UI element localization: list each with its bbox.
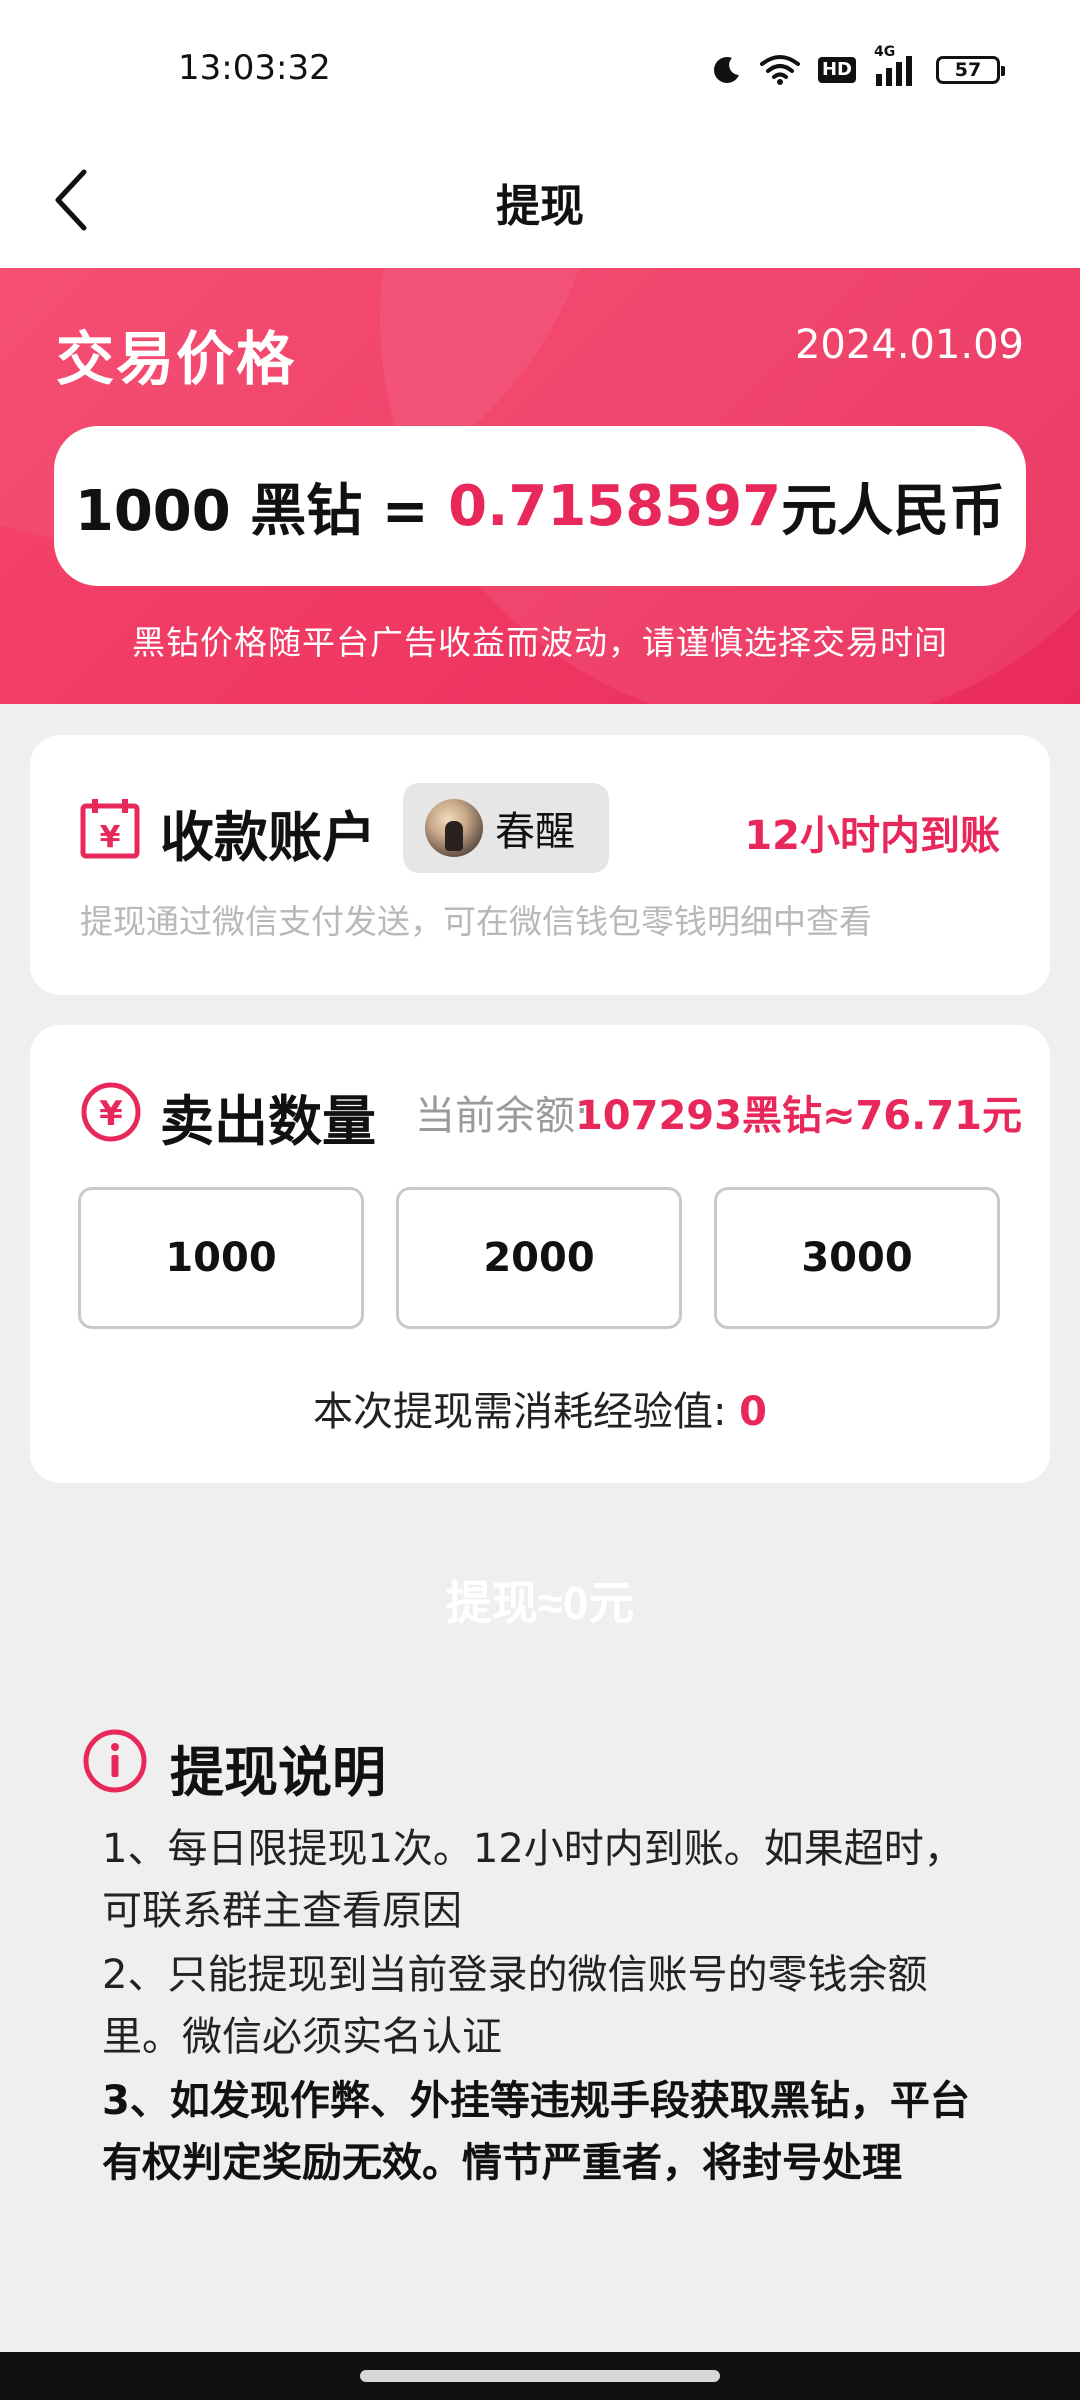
calendar-yuan-icon: ¥ <box>80 797 140 863</box>
balance-value: 107293黑钻≈76.71元 <box>574 1093 1022 1139</box>
moon-icon <box>712 55 742 85</box>
signal-icon: 4G <box>874 44 918 86</box>
amount-option-button[interactable]: 1000 <box>78 1187 364 1329</box>
wifi-icon <box>759 54 800 86</box>
battery-icon: 57 <box>936 56 1005 84</box>
amount-option-button[interactable]: 2000 <box>396 1187 682 1329</box>
rate-left: 1000 黑钻 = <box>74 478 449 544</box>
yuan-circle-icon: ¥ <box>80 1081 142 1147</box>
avatar <box>425 799 483 857</box>
info-circle-icon <box>82 1728 148 1798</box>
svg-text:¥: ¥ <box>100 820 121 855</box>
experience-value: 0 <box>739 1389 768 1435</box>
nav-bar: 提现 <box>0 140 1080 268</box>
account-card: ¥ 收款账户 春醒 12小时内到账 提现通过微信支付发送，可在微信钱包零钱明细中… <box>30 735 1050 995</box>
experience-label: 本次提现需消耗经验值: <box>312 1389 740 1435</box>
amount-option-button[interactable]: 3000 <box>714 1187 1000 1329</box>
instruction-item: 3、如发现作弊、外挂等违规手段获取黑钻，平台有权判定奖励无效。情节严重者，将封号… <box>102 2078 970 2186</box>
svg-text:¥: ¥ <box>99 1094 123 1134</box>
exchange-rate-card: 1000 黑钻 = 0.7158597 元人民币 <box>54 426 1026 586</box>
rate-value: 0.7158597 <box>448 473 782 539</box>
instructions-title: 提现说明 <box>170 1741 386 1804</box>
status-icons: HD 4G 57 <box>712 44 1005 90</box>
status-time: 13:03:32 <box>178 48 331 88</box>
rate-right: 元人民币 <box>781 478 1006 544</box>
page-title: 提现 <box>496 181 584 232</box>
account-name: 春醒 <box>495 809 575 855</box>
instruction-item: 2、只能提现到当前登录的微信账号的零钱余额里。微信必须实名认证 <box>102 1952 928 2060</box>
experience-cost: 本次提现需消耗经验值: 0 <box>30 1379 1050 1437</box>
price-note: 黑钻价格随平台广告收益而波动，请谨慎选择交易时间 <box>132 623 948 662</box>
withdraw-button[interactable]: 提现≈0元 <box>290 1560 790 1640</box>
status-bar: 13:03:32 HD 4G 57 <box>0 0 1080 140</box>
arrival-time: 12小时内到账 <box>744 813 1000 859</box>
network-label: 4G <box>874 44 896 60</box>
price-date: 2024.01.09 <box>794 322 1024 368</box>
home-indicator[interactable] <box>360 2370 720 2382</box>
sell-card: ¥ 卖出数量 当前余额: 107293黑钻≈76.71元 1000 2000 3… <box>30 1025 1050 1483</box>
balance-label: 当前余额: <box>415 1093 589 1139</box>
instruction-item: 1、每日限提现1次。12小时内到账。如果超时，可联系群主查看原因 <box>102 1826 964 1934</box>
sell-heading: 卖出数量 <box>160 1090 376 1153</box>
instructions-list: 1、每日限提现1次。12小时内到账。如果超时，可联系群主查看原因 2、只能提现到… <box>102 1818 1002 2196</box>
price-title: 交易价格 <box>56 325 297 393</box>
account-heading: 收款账户 <box>160 806 376 869</box>
account-chip[interactable]: 春醒 <box>403 783 609 873</box>
hd-icon: HD <box>817 57 856 83</box>
account-description: 提现通过微信支付发送，可在微信钱包零钱明细中查看 <box>80 902 872 941</box>
price-header: 交易价格 2024.01.09 1000 黑钻 = 0.7158597 元人民币 … <box>0 268 1080 704</box>
system-nav-bar <box>0 2352 1080 2400</box>
